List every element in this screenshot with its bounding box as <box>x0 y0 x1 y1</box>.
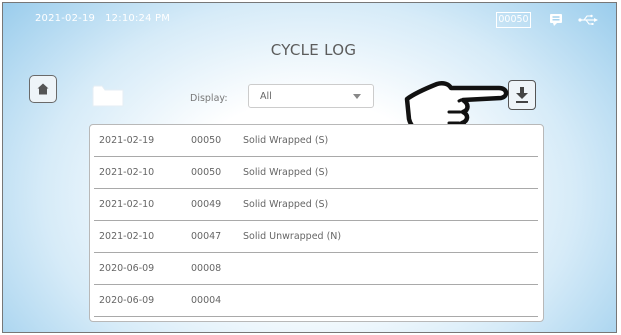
row-cycle-number: 00008 <box>191 263 222 274</box>
row-date: 2020-06-09 <box>99 263 155 274</box>
row-cycle-number: 00047 <box>191 231 222 242</box>
row-date: 2020-06-09 <box>99 295 155 306</box>
row-date: 2021-02-19 <box>99 135 155 146</box>
row-cycle-number: 00004 <box>191 295 222 306</box>
log-row[interactable]: 2020-06-09 00008 <box>94 253 538 285</box>
touchscreen: 2021-02-19 12:10:24 PM 00050 CYCLE LOG Di… <box>2 2 617 333</box>
row-program: Solid Wrapped (S) <box>243 199 329 210</box>
row-cycle-number: 00049 <box>191 199 222 210</box>
log-row[interactable]: 2021-02-19 00050 Solid Wrapped (S) <box>94 125 538 157</box>
cycle-log-list[interactable]: 2021-02-19 00050 Solid Wrapped (S) 2021-… <box>89 124 544 322</box>
row-program: Solid Wrapped (S) <box>243 135 329 146</box>
status-bar: 2021-02-19 12:10:24 PM 00050 <box>3 3 616 35</box>
log-row[interactable]: 2020-06-09 00004 <box>94 285 538 317</box>
download-button[interactable] <box>508 80 536 110</box>
cycle-counter[interactable]: 00050 <box>496 12 531 28</box>
row-date: 2021-02-10 <box>99 199 155 210</box>
chevron-down-icon <box>353 94 361 99</box>
folder-icon[interactable] <box>92 85 124 107</box>
home-icon <box>37 83 49 95</box>
display-filter-value: All <box>260 91 272 102</box>
row-cycle-number: 00050 <box>191 135 222 146</box>
log-row[interactable]: 2021-02-10 00049 Solid Wrapped (S) <box>94 189 538 221</box>
home-button[interactable] <box>29 75 57 103</box>
row-date: 2021-02-10 <box>99 231 155 242</box>
status-date: 2021-02-19 <box>35 13 96 24</box>
display-filter-dropdown[interactable]: All <box>248 84 374 108</box>
chat-icon[interactable] <box>549 13 563 27</box>
log-row[interactable]: 2021-02-10 00047 Solid Unwrapped (N) <box>94 221 538 253</box>
download-icon <box>516 87 528 103</box>
datetime: 2021-02-19 12:10:24 PM <box>35 13 170 24</box>
row-cycle-number: 00050 <box>191 167 222 178</box>
status-time: 12:10:24 PM <box>105 13 171 24</box>
page-title: CYCLE LOG <box>270 41 357 59</box>
usb-icon <box>578 14 598 25</box>
log-row[interactable]: 2021-02-10 00050 Solid Wrapped (S) <box>94 157 538 189</box>
row-date: 2021-02-10 <box>99 167 155 178</box>
display-label: Display: <box>190 93 228 104</box>
row-program: Solid Wrapped (S) <box>243 167 329 178</box>
row-program: Solid Unwrapped (N) <box>243 231 342 242</box>
